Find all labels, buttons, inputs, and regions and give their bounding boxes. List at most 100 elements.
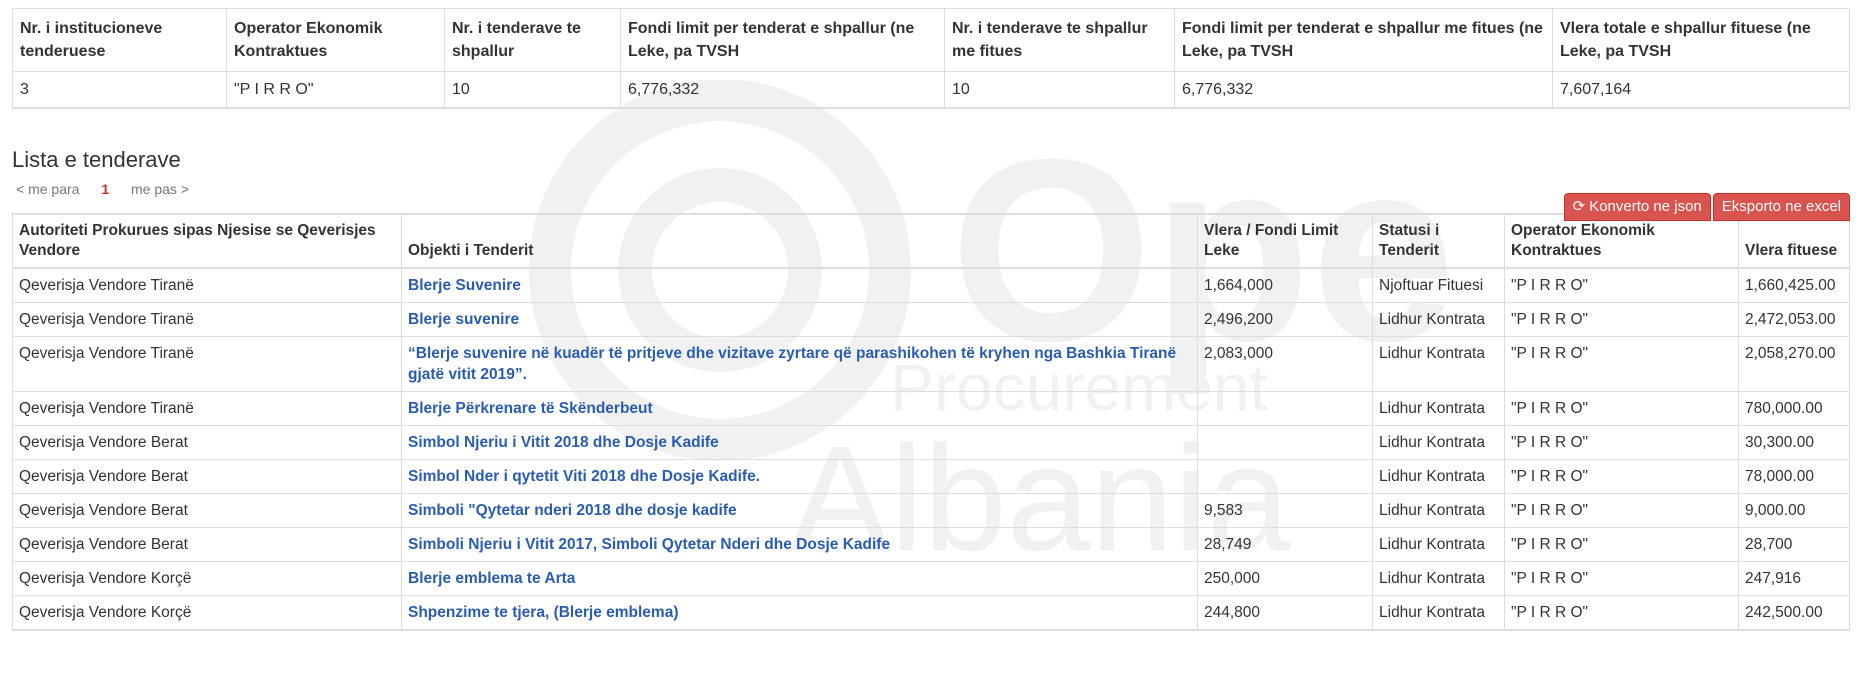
- summary-total-winning: 7,607,164: [1552, 71, 1850, 109]
- summary-header-fund-limit: Fondi limit per tenderat e shpallur (ne …: [620, 8, 945, 72]
- summary-header-tenders-count: Nr. i tenderave te shpallur: [444, 8, 621, 72]
- operator-cell: "P I R R O": [1504, 302, 1739, 337]
- table-row: Qeverisja Vendore Berat Simboli Njeriu i…: [12, 527, 1850, 562]
- status-cell: Lidhur Kontrata: [1372, 493, 1505, 528]
- summary-header-tenders-winners: Nr. i tenderave te shpallur me fitues: [944, 8, 1175, 72]
- status-cell: Lidhur Kontrata: [1372, 336, 1505, 392]
- summary-header-fund-limit-winners: Fondi limit per tenderat e shpallur me f…: [1174, 8, 1553, 72]
- status-cell: Lidhur Kontrata: [1372, 561, 1505, 596]
- export-excel-label: Eksporto ne excel: [1721, 198, 1841, 215]
- fund-limit-cell: 2,083,000: [1197, 336, 1373, 392]
- table-row: Qeverisja Vendore Berat Simbol Nder i qy…: [12, 459, 1850, 494]
- operator-cell: "P I R R O": [1504, 459, 1739, 494]
- export-excel-button[interactable]: Eksporto ne excel: [1712, 193, 1850, 221]
- fund-limit-cell: 250,000: [1197, 561, 1373, 596]
- operator-cell: "P I R R O": [1504, 425, 1739, 460]
- refresh-icon: ⟳: [1572, 198, 1586, 215]
- operator-cell: "P I R R O": [1504, 595, 1739, 631]
- fund-limit-cell: [1197, 425, 1373, 460]
- operator-cell: "P I R R O": [1504, 561, 1739, 596]
- tenders-table: Autoriteti Prokurues sipas Njesise se Qe…: [12, 213, 1850, 631]
- table-row: Qeverisja Vendore Tiranë “Blerje suvenir…: [12, 336, 1850, 392]
- tender-link[interactable]: Simboli "Qytetar nderi 2018 dhe dosje ka…: [401, 493, 1198, 528]
- pagination-current[interactable]: 1: [101, 181, 109, 197]
- status-cell: Lidhur Kontrata: [1372, 459, 1505, 494]
- winning-value-cell: 2,058,270.00: [1738, 336, 1850, 392]
- status-cell: Lidhur Kontrata: [1372, 391, 1505, 426]
- header-fund-limit: Vlera / Fondi Limit Leke: [1197, 213, 1373, 269]
- header-operator: Operator Ekonomik Kontraktues: [1504, 213, 1739, 269]
- summary-header-row: Nr. i institucioneve tenderuese Operator…: [12, 8, 1850, 72]
- header-status: Statusi i Tenderit: [1372, 213, 1505, 269]
- table-row: Qeverisja Vendore Berat Simboli "Qytetar…: [12, 493, 1850, 528]
- summary-tenders-count: 10: [444, 71, 621, 109]
- tender-link[interactable]: Blerje Suvenire: [401, 267, 1198, 303]
- fund-limit-cell: 1,664,000: [1197, 267, 1373, 303]
- fund-limit-cell: [1197, 391, 1373, 426]
- tender-link[interactable]: Simbol Njeriu i Vitit 2018 dhe Dosje Kad…: [401, 425, 1198, 460]
- authority-cell: Qeverisja Vendore Berat: [12, 493, 402, 528]
- header-tender-object: Objekti i Tenderit: [401, 213, 1198, 269]
- summary-header-institutions: Nr. i institucioneve tenderuese: [12, 8, 227, 72]
- summary-fund-limit-winners: 6,776,332: [1174, 71, 1553, 109]
- table-row: Qeverisja Vendore Korçë Blerje emblema t…: [12, 561, 1850, 596]
- convert-json-label: Konverto ne json: [1589, 198, 1702, 215]
- authority-cell: Qeverisja Vendore Tiranë: [12, 336, 402, 392]
- operator-cell: "P I R R O": [1504, 391, 1739, 426]
- tenders-header-row: Autoriteti Prokurues sipas Njesise se Qe…: [12, 213, 1850, 269]
- tender-link[interactable]: Blerje suvenire: [401, 302, 1198, 337]
- winning-value-cell: 1,660,425.00: [1738, 267, 1850, 303]
- winning-value-cell: 9,000.00: [1738, 493, 1850, 528]
- authority-cell: Qeverisja Vendore Tiranë: [12, 302, 402, 337]
- operator-cell: "P I R R O": [1504, 493, 1739, 528]
- tenders-toolbar: < me para 1 me pas > ⟳ Konverto ne json …: [12, 175, 1850, 221]
- section-title: Lista e tenderave: [12, 147, 181, 172]
- winning-value-cell: 2,472,053.00: [1738, 302, 1850, 337]
- table-row: Qeverisja Vendore Berat Simbol Njeriu i …: [12, 425, 1850, 460]
- winning-value-cell: 78,000.00: [1738, 459, 1850, 494]
- status-cell: Lidhur Kontrata: [1372, 527, 1505, 562]
- fund-limit-cell: 9,583: [1197, 493, 1373, 528]
- summary-table: Nr. i institucioneve tenderuese Operator…: [12, 8, 1850, 109]
- summary-fund-limit: 6,776,332: [620, 71, 945, 109]
- winning-value-cell: 780,000.00: [1738, 391, 1850, 426]
- fund-limit-cell: [1197, 459, 1373, 494]
- summary-institutions: 3: [12, 71, 227, 109]
- summary-header-operator: Operator Ekonomik Kontraktues: [226, 8, 445, 72]
- pagination: < me para 1 me pas >: [16, 181, 207, 197]
- pagination-prev[interactable]: < me para: [16, 181, 79, 197]
- fund-limit-cell: 244,800: [1197, 595, 1373, 631]
- status-cell: Njoftuar Fituesi: [1372, 267, 1505, 303]
- winning-value-cell: 28,700: [1738, 527, 1850, 562]
- pagination-next[interactable]: me pas >: [131, 181, 189, 197]
- fund-limit-cell: 28,749: [1197, 527, 1373, 562]
- tender-link[interactable]: Blerje Përkrenare të Skënderbeut: [401, 391, 1198, 426]
- table-row: Qeverisja Vendore Tiranë Blerje Përkrena…: [12, 391, 1850, 426]
- winning-value-cell: 247,916: [1738, 561, 1850, 596]
- authority-cell: Qeverisja Vendore Berat: [12, 527, 402, 562]
- table-row: Qeverisja Vendore Tiranë Blerje suvenire…: [12, 302, 1850, 337]
- tender-link[interactable]: Simboli Njeriu i Vitit 2017, Simboli Qyt…: [401, 527, 1198, 562]
- tender-link[interactable]: Simbol Nder i qytetit Viti 2018 dhe Dosj…: [401, 459, 1198, 494]
- status-cell: Lidhur Kontrata: [1372, 595, 1505, 631]
- summary-operator: "P I R R O": [226, 71, 445, 109]
- fund-limit-cell: 2,496,200: [1197, 302, 1373, 337]
- winning-value-cell: 242,500.00: [1738, 595, 1850, 631]
- convert-json-button[interactable]: ⟳ Konverto ne json: [1563, 193, 1711, 221]
- operator-cell: "P I R R O": [1504, 336, 1739, 392]
- header-winning-value: Vlera fituese: [1738, 213, 1850, 269]
- table-row: Qeverisja Vendore Tiranë Blerje Suvenire…: [12, 267, 1850, 303]
- summary-tenders-winners: 10: [944, 71, 1175, 109]
- header-authority: Autoriteti Prokurues sipas Njesise se Qe…: [12, 213, 402, 269]
- status-cell: Lidhur Kontrata: [1372, 425, 1505, 460]
- tender-link[interactable]: Blerje emblema te Arta: [401, 561, 1198, 596]
- status-cell: Lidhur Kontrata: [1372, 302, 1505, 337]
- summary-header-total-winning: Vlera totale e shpallur fituese (ne Leke…: [1552, 8, 1850, 72]
- authority-cell: Qeverisja Vendore Tiranë: [12, 391, 402, 426]
- tender-link[interactable]: Shpenzime te tjera, (Blerje emblema): [401, 595, 1198, 631]
- tender-link[interactable]: “Blerje suvenire në kuadër të pritjeve d…: [401, 336, 1198, 392]
- content: Nr. i institucioneve tenderuese Operator…: [12, 8, 1850, 631]
- authority-cell: Qeverisja Vendore Berat: [12, 459, 402, 494]
- table-row: Qeverisja Vendore Korçë Shpenzime te tje…: [12, 595, 1850, 631]
- operator-cell: "P I R R O": [1504, 527, 1739, 562]
